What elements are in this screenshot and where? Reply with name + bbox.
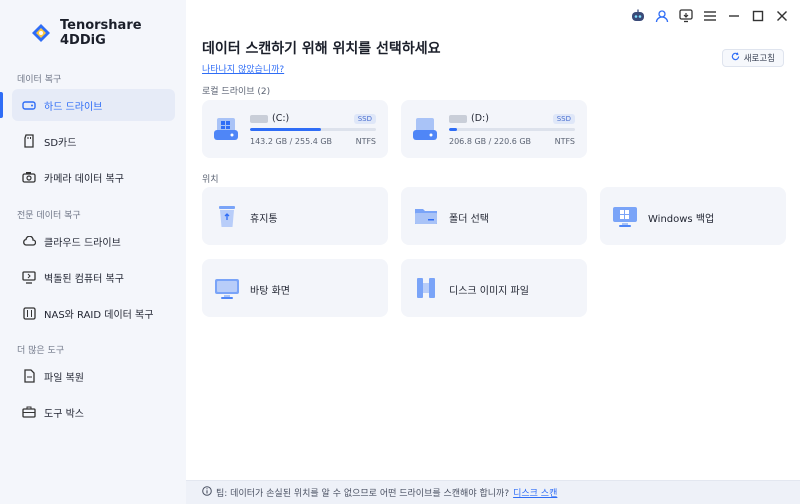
file-restore-icon [22, 369, 36, 383]
maximize-icon[interactable] [750, 8, 766, 24]
assistant-robot-icon[interactable] [630, 8, 646, 24]
drive-usage-bar [449, 128, 575, 131]
main-panel: 데이터 스캔하기 위해 위치를 선택하세요 나타나지 않았습니까? 새로고침 로… [186, 0, 800, 504]
account-icon[interactable] [654, 8, 670, 24]
hard-drive-icon [22, 98, 36, 112]
location-label: 휴지통 [250, 214, 278, 225]
refresh-label: 새로고침 [743, 54, 775, 64]
location-label: 바탕 화면 [250, 286, 290, 297]
drive-usage-bar [250, 128, 376, 131]
drive-usage-fill [250, 128, 321, 131]
tip-footer: 팁: 데이터가 손실된 위치를 알 수 없으므로 어떤 드라이브를 스캔해야 합… [186, 480, 800, 504]
sidebar-item-label: 클라우드 드라이브 [44, 237, 121, 249]
hard-drive-icon [413, 116, 437, 142]
section-label-more-tools: 더 많은 도구 [17, 346, 65, 356]
drive-size: 206.8 GB / 220.6 GB [449, 137, 532, 146]
drive-name: (D:) [449, 113, 489, 124]
sidebar: Tenorshare 4DDiG 데이터 복구 하드 드라이브 SD카드 카메라… [0, 0, 186, 504]
section-label-data-recovery: 데이터 복구 [17, 75, 62, 85]
hard-drive-icon [214, 116, 238, 142]
windows-backup-icon [612, 203, 638, 229]
nas-icon [22, 306, 36, 320]
camera-icon [22, 170, 36, 184]
minimize-icon[interactable] [726, 8, 742, 24]
feedback-icon[interactable] [678, 8, 694, 24]
sidebar-item-nas-raid[interactable]: NAS와 RAID 데이터 복구 [12, 297, 175, 329]
sidebar-item-sd-card[interactable]: SD카드 [12, 125, 175, 157]
sidebar-item-label: 하드 드라이브 [44, 101, 103, 113]
sidebar-item-file-restore[interactable]: 파일 복원 [12, 360, 175, 392]
sidebar-item-label: 카메라 데이터 복구 [44, 173, 124, 185]
sidebar-item-cloud-drive[interactable]: 클라우드 드라이브 [12, 225, 175, 257]
drive-usage-fill [449, 128, 457, 131]
app-logo: Tenorshare 4DDiG [30, 18, 186, 48]
drive-filesystem: NTFS [554, 137, 575, 146]
drive-name: (C:) [250, 113, 289, 124]
sidebar-item-camera[interactable]: 카메라 데이터 복구 [12, 161, 175, 193]
sidebar-item-label: 벽돌된 컴퓨터 복구 [44, 273, 124, 285]
drive-filesystem: NTFS [355, 137, 376, 146]
titlebar-controls [630, 8, 790, 24]
sidebar-item-label: 도구 박스 [44, 408, 84, 420]
disk-image-icon [413, 275, 439, 301]
folder-icon [413, 203, 439, 229]
sidebar-item-hard-drive[interactable]: 하드 드라이브 [12, 89, 175, 121]
page-title: 데이터 스캔하기 위해 위치를 선택하세요 [202, 41, 441, 57]
drive-card-d[interactable]: (D:) SSD 206.8 GB / 220.6 GB NTFS [401, 100, 587, 158]
section-label-pro-recovery: 전문 데이터 복구 [17, 211, 81, 221]
disk-scan-link[interactable]: 디스크 스캔 [513, 486, 557, 499]
logo-icon [30, 22, 52, 44]
active-indicator [0, 92, 3, 118]
location-windows-backup[interactable]: Windows 백업 [600, 187, 786, 245]
recycle-bin-icon [214, 203, 240, 229]
desktop-icon [214, 275, 240, 301]
refresh-icon [731, 52, 740, 64]
sd-card-icon [22, 134, 36, 148]
local-drives-heading: 로컬 드라이브 (2) [202, 87, 271, 97]
drive-type-badge: SSD [552, 114, 575, 124]
sidebar-item-label: 파일 복원 [44, 372, 84, 384]
drive-card-c[interactable]: (C:) SSD 143.2 GB / 255.4 GB NTFS [202, 100, 388, 158]
app-name: Tenorshare 4DDiG [60, 18, 142, 48]
toolbox-icon [22, 405, 36, 419]
sidebar-item-label: SD카드 [44, 137, 77, 149]
refresh-button[interactable]: 새로고침 [721, 49, 784, 67]
drive-type-badge: SSD [353, 114, 376, 124]
location-label: Windows 백업 [648, 214, 715, 225]
location-recycle-bin[interactable]: 휴지통 [202, 187, 388, 245]
location-desktop[interactable]: 바탕 화면 [202, 259, 388, 317]
sidebar-item-toolbox[interactable]: 도구 박스 [12, 396, 175, 428]
location-label: 폴더 선택 [449, 214, 489, 225]
location-label: 디스크 이미지 파일 [449, 286, 529, 297]
location-select-folder[interactable]: 폴더 선택 [401, 187, 587, 245]
broken-computer-icon [22, 270, 36, 284]
cloud-icon [22, 234, 36, 248]
not-shown-help-link[interactable]: 나타나지 않았습니까? [202, 62, 284, 75]
info-icon [202, 486, 212, 499]
tip-text: 팁: 데이터가 손실된 위치를 알 수 없으므로 어떤 드라이브를 스캔해야 합… [216, 489, 510, 499]
drive-size: 143.2 GB / 255.4 GB [250, 137, 333, 146]
location-disk-image[interactable]: 디스크 이미지 파일 [401, 259, 587, 317]
sidebar-item-bricked-computer[interactable]: 벽돌된 컴퓨터 복구 [12, 261, 175, 293]
locations-heading: 위치 [202, 175, 219, 185]
sidebar-item-label: NAS와 RAID 데이터 복구 [44, 309, 154, 321]
menu-icon[interactable] [702, 8, 718, 24]
close-icon[interactable] [774, 8, 790, 24]
